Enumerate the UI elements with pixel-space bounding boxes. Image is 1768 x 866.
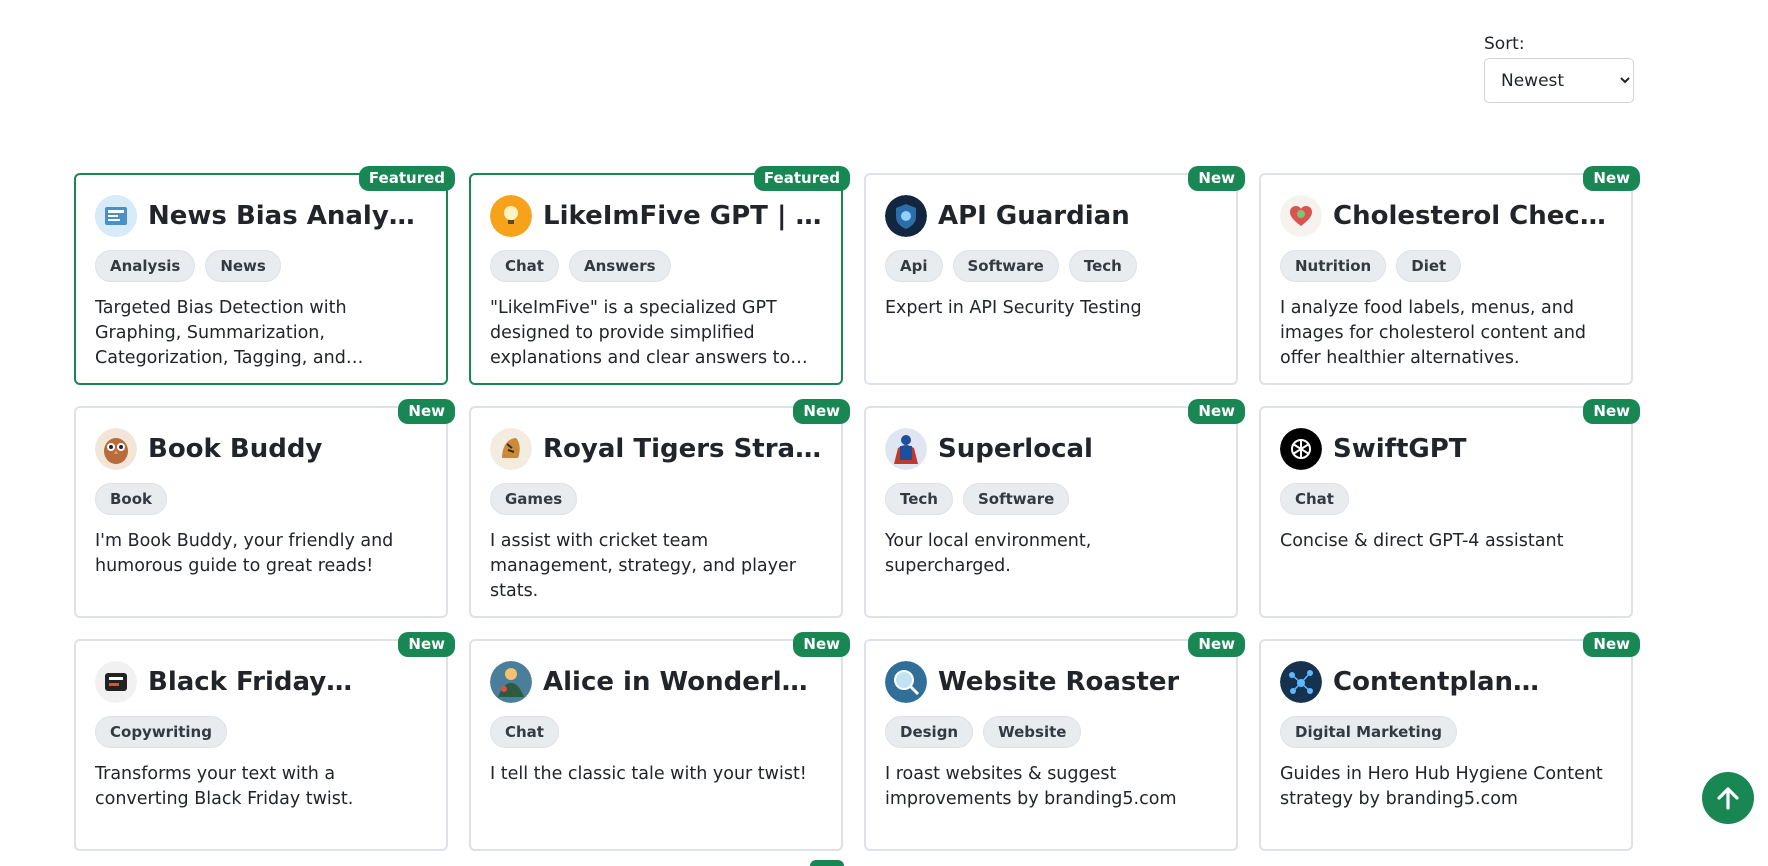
black-friday-icon — [95, 661, 137, 703]
tag[interactable]: Api — [885, 250, 943, 282]
new-badge: New — [1583, 399, 1640, 424]
gpt-title: Black Friday… — [148, 667, 353, 697]
gpt-card[interactable]: New Royal Tigers Strategist Games I assi… — [469, 399, 850, 618]
gpt-title: Cholesterol Checker — [1333, 201, 1612, 231]
gpt-description: Transforms your text with a converting B… — [95, 764, 354, 809]
tag[interactable]: Nutrition — [1280, 250, 1387, 282]
gpt-description: I assist with cricket team management, s… — [490, 531, 796, 601]
gpt-description: Your local environment, supercharged. — [885, 531, 1092, 576]
tag[interactable]: News — [205, 250, 281, 282]
sort-select[interactable]: Newest — [1484, 58, 1634, 103]
gpt-title: LikeImFive GPT | Get… — [543, 201, 822, 231]
new-badge: New — [1188, 166, 1245, 191]
owl-icon — [95, 428, 137, 470]
heart-icon — [1280, 195, 1322, 237]
gpt-description: I analyze food labels, menus, and images… — [1280, 298, 1587, 368]
tiger-icon — [490, 428, 532, 470]
gpt-title: News Bias Analyzer — [148, 201, 427, 231]
gpt-title: Book Buddy — [148, 434, 323, 464]
sort-control: Sort: Newest — [1484, 34, 1634, 103]
gpt-description: I roast websites & suggest improvements … — [885, 764, 1177, 809]
gpt-card[interactable]: New API Guardian Api Software Tech Exper… — [864, 166, 1245, 385]
gpt-description: Expert in API Security Testing — [885, 298, 1142, 318]
new-badge: New — [398, 632, 455, 657]
gpt-title: Royal Tigers Strategist — [543, 434, 822, 464]
tag[interactable]: Tech — [1068, 250, 1137, 282]
tag[interactable]: Analysis — [95, 250, 196, 282]
tag[interactable]: Games — [490, 483, 578, 515]
shield-icon — [885, 195, 927, 237]
new-badge: New — [1583, 166, 1640, 191]
openai-icon — [1280, 428, 1322, 470]
gpt-card[interactable]: Featured News Bias Analyzer Analysis New… — [74, 166, 455, 385]
tag[interactable]: Software — [952, 250, 1059, 282]
tag[interactable]: Software — [962, 483, 1070, 515]
tag[interactable]: Chat — [1280, 483, 1349, 515]
gpt-card[interactable]: New Alice in Wonderland… Chat I tell the… — [469, 632, 850, 851]
new-badge: New — [793, 632, 850, 657]
tag[interactable]: Diet — [1396, 250, 1462, 282]
gpt-card[interactable]: New Website Roaster Design Website I roa… — [864, 632, 1245, 851]
wonderland-icon — [490, 661, 532, 703]
new-badge: New — [1188, 399, 1245, 424]
gpt-card-grid: Featured News Bias Analyzer Analysis New… — [74, 166, 1640, 851]
magnifier-globe-icon — [885, 661, 927, 703]
superhero-icon — [885, 428, 927, 470]
tag[interactable]: Tech — [885, 483, 953, 515]
tag[interactable]: Chat — [490, 716, 559, 748]
scroll-to-top-button[interactable] — [1702, 772, 1754, 824]
gpt-title: API Guardian — [938, 201, 1130, 231]
gpt-description: "LikeImFive" is a specialized GPT design… — [490, 298, 791, 368]
gpt-card[interactable]: New Cholesterol Checker Nutrition Diet I… — [1259, 166, 1640, 385]
gpt-description: Concise & direct GPT-4 assistant — [1280, 531, 1564, 551]
new-badge: New — [793, 399, 850, 424]
gpt-card[interactable]: New Superlocal Tech Software Your local … — [864, 399, 1245, 618]
tag[interactable]: Digital Marketing — [1280, 716, 1458, 748]
gpt-description: Targeted Bias Detection with Graphing, S… — [95, 298, 347, 368]
gpt-card[interactable]: New SwiftGPT Chat Concise & direct GPT-4… — [1259, 399, 1640, 618]
lightbulb-icon — [490, 195, 532, 237]
gpt-title: Website Roaster — [938, 667, 1180, 697]
gpt-description: I'm Book Buddy, your friendly and humoro… — [95, 531, 394, 576]
tag[interactable]: Copywriting — [95, 716, 227, 748]
tag[interactable]: Book — [95, 483, 168, 515]
gpt-description: I tell the classic tale with your twist! — [490, 764, 807, 784]
next-row-badge-peek — [810, 860, 844, 866]
network-icon — [1280, 661, 1322, 703]
tag[interactable]: Design — [885, 716, 974, 748]
gpt-title: Alice in Wonderland… — [543, 667, 822, 697]
gpt-title: SwiftGPT — [1333, 434, 1467, 464]
gpt-card[interactable]: New Black Friday… Copywriting Transforms… — [74, 632, 455, 851]
gpt-card[interactable]: Featured LikeImFive GPT | Get… Chat Answ… — [469, 166, 850, 385]
tag[interactable]: Chat — [490, 250, 559, 282]
tag[interactable]: Answers — [568, 250, 671, 282]
featured-badge: Featured — [358, 166, 455, 191]
sort-label: Sort: — [1484, 34, 1525, 54]
gpt-card[interactable]: New Contentplan… Digital Marketing Guide… — [1259, 632, 1640, 851]
gpt-description: Guides in Hero Hub Hygiene Content strat… — [1280, 764, 1603, 809]
new-badge: New — [1583, 632, 1640, 657]
featured-badge: Featured — [753, 166, 850, 191]
gpt-title: Superlocal — [938, 434, 1093, 464]
newspaper-icon — [95, 195, 137, 237]
arrow-up-icon — [1717, 787, 1739, 810]
new-badge: New — [398, 399, 455, 424]
tag[interactable]: Website — [983, 716, 1082, 748]
gpt-card[interactable]: New Book Buddy Book I'm Book Buddy, your… — [74, 399, 455, 618]
new-badge: New — [1188, 632, 1245, 657]
gpt-title: Contentplan… — [1333, 667, 1540, 697]
